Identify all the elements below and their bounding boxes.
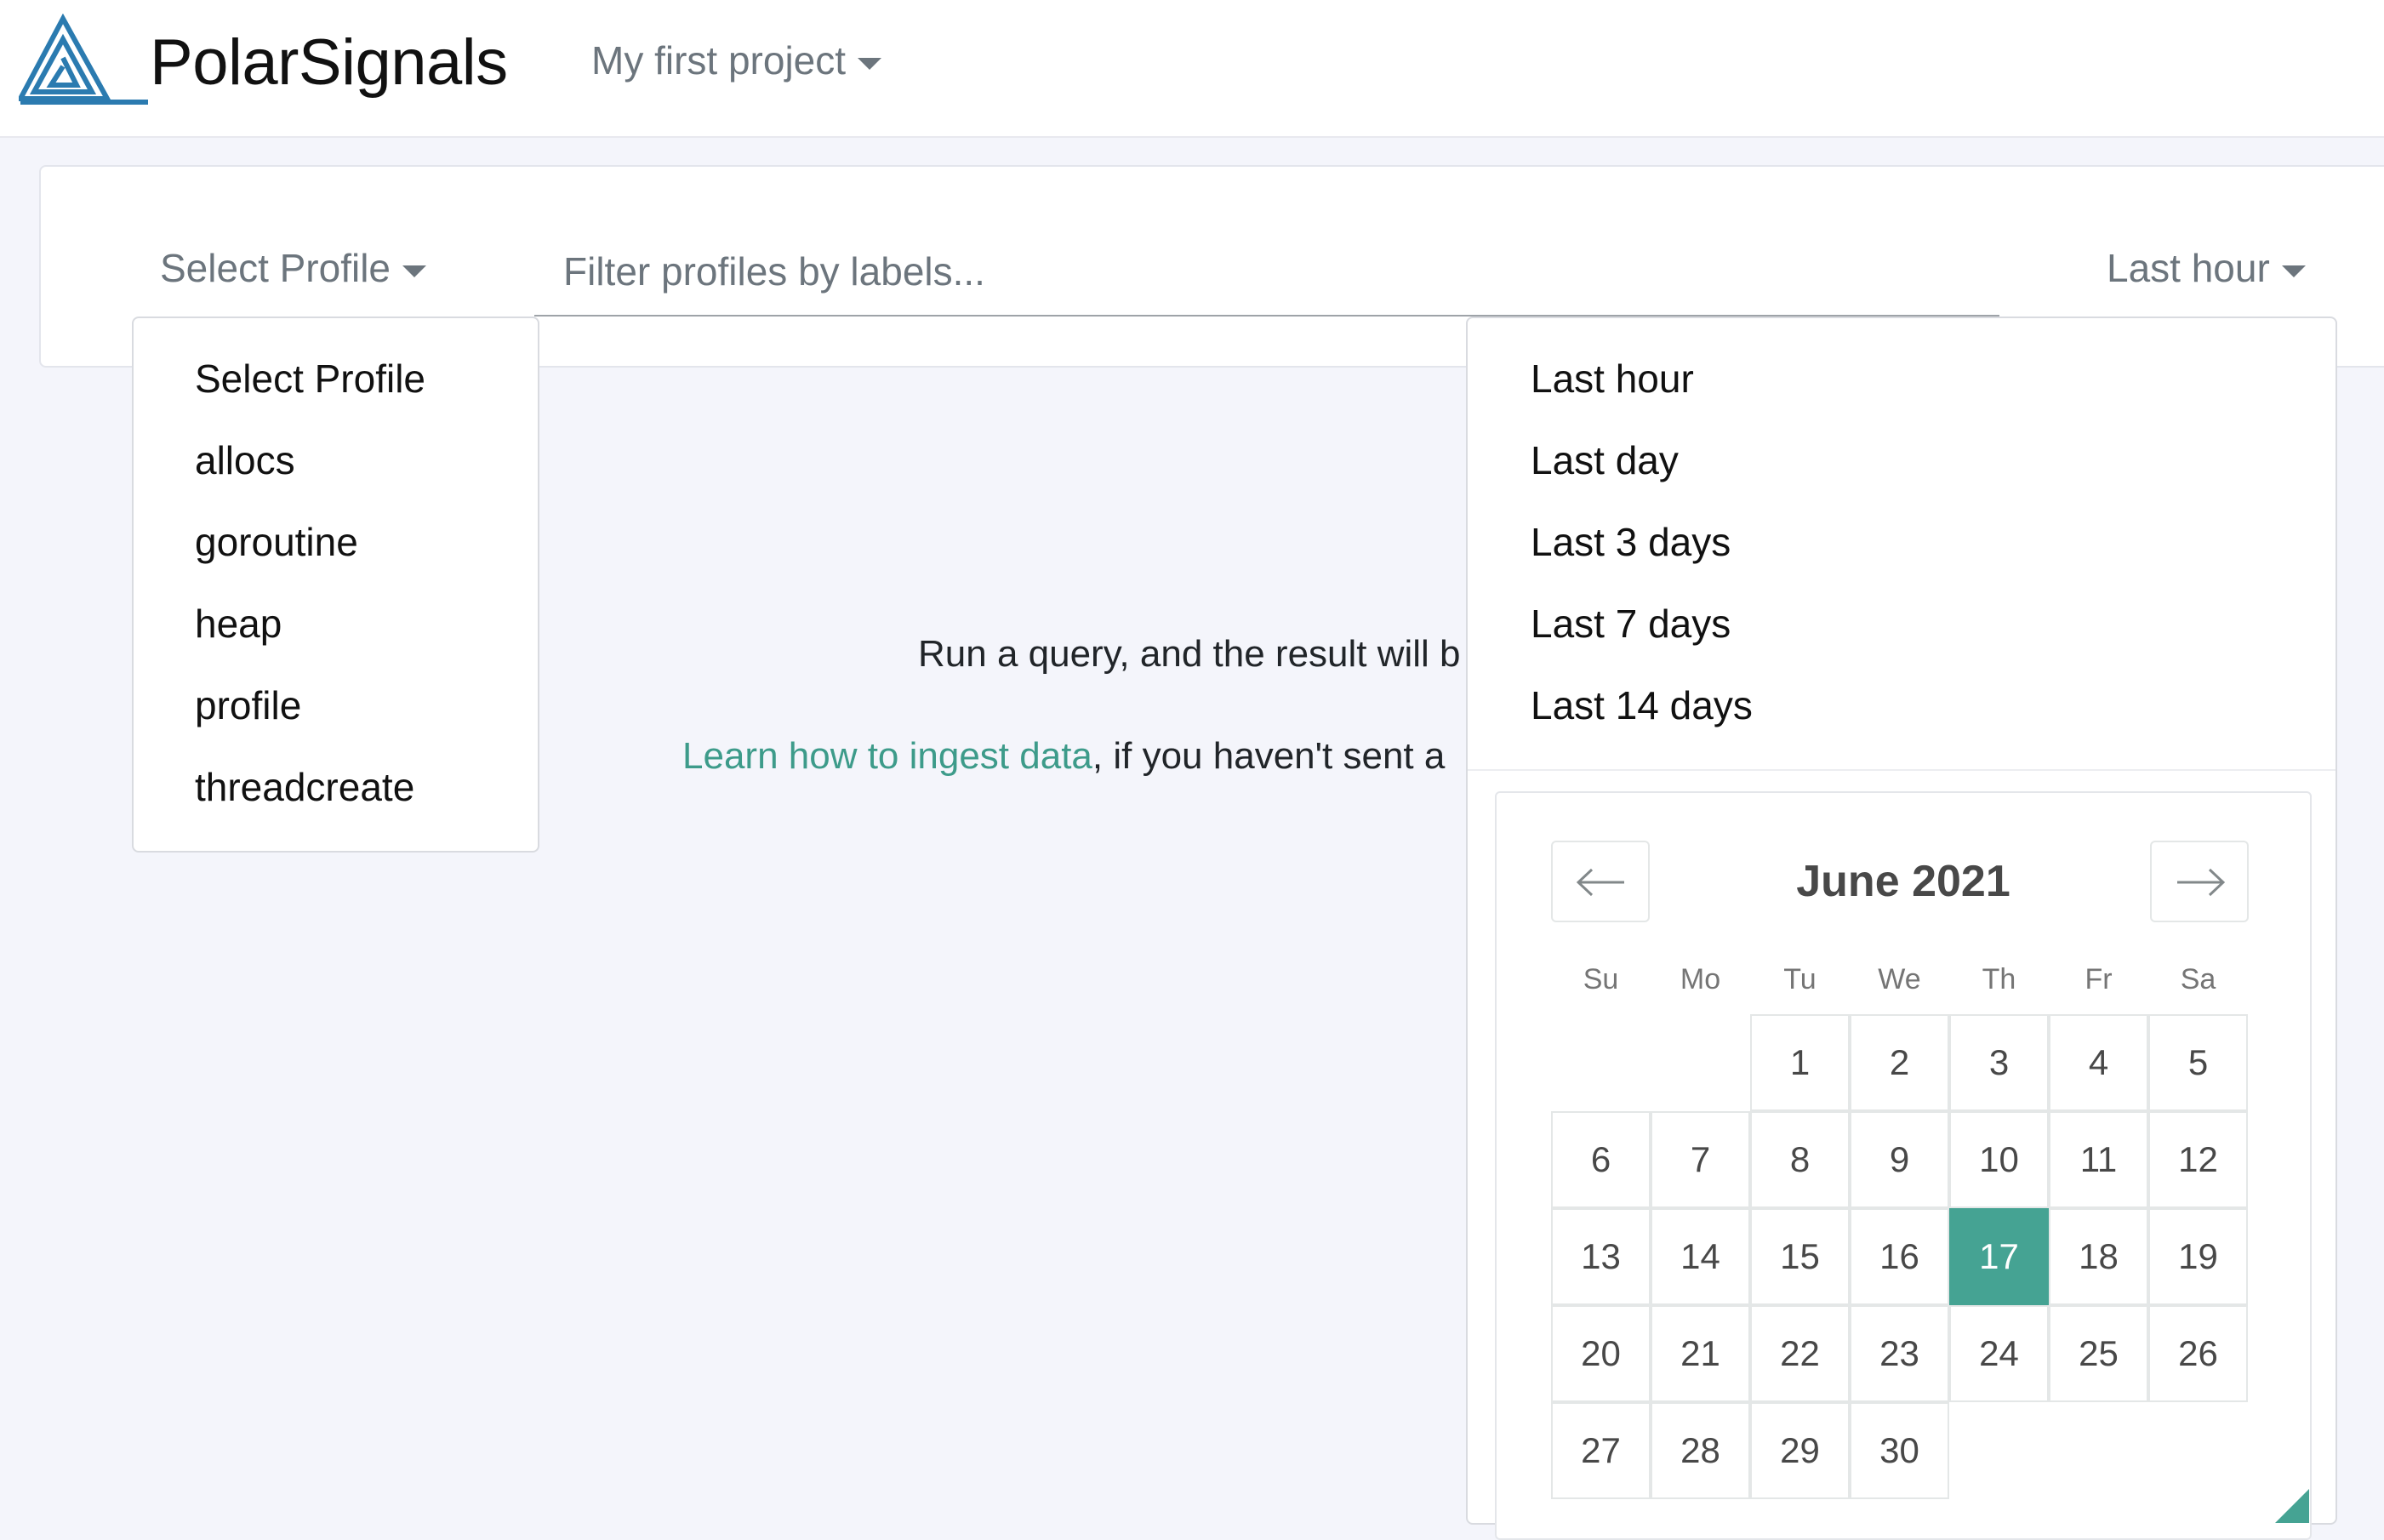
brand-name[interactable]: PolarSignals: [150, 26, 508, 100]
profile-option[interactable]: threadcreate: [195, 764, 414, 810]
calendar-day[interactable]: 29: [1750, 1402, 1850, 1499]
calendar-day[interactable]: 15: [1750, 1208, 1850, 1305]
calendar-day[interactable]: 23: [1850, 1305, 1949, 1402]
calendar-day[interactable]: 25: [2049, 1305, 2148, 1402]
calendar-day[interactable]: 21: [1651, 1305, 1750, 1402]
calendar-day[interactable]: 7: [1651, 1111, 1750, 1208]
calendar-day[interactable]: 6: [1551, 1111, 1651, 1208]
next-month-button[interactable]: [2150, 841, 2249, 922]
time-range-option[interactable]: Last 3 days: [1531, 519, 1731, 565]
time-range-dropdown[interactable]: Last hour: [2107, 245, 2306, 291]
caret-down-icon: [858, 57, 882, 70]
calendar-day[interactable]: 27: [1551, 1402, 1651, 1499]
polarsignals-logo-icon[interactable]: [19, 14, 155, 107]
caret-down-icon: [2281, 265, 2306, 277]
calendar-day[interactable]: 13: [1551, 1208, 1651, 1305]
profile-dropdown-menu: Select Profile allocs goroutine heap pro…: [132, 317, 539, 853]
calendar-day[interactable]: 14: [1651, 1208, 1750, 1305]
calendar-day[interactable]: 8: [1750, 1111, 1850, 1208]
label-filter-input[interactable]: [534, 228, 1999, 317]
top-navbar: PolarSignals My first project: [0, 0, 2384, 138]
empty-state-hint-text: , if you haven't sent a: [1092, 735, 1446, 777]
time-range-option[interactable]: Last 7 days: [1531, 601, 1731, 647]
weekday-label: Tu: [1783, 963, 1817, 995]
profile-option[interactable]: Select Profile: [195, 356, 425, 402]
weekday-label: Fr: [2085, 963, 2113, 995]
menu-divider: [1468, 769, 2336, 771]
date-picker-calendar: June 2021 Su Mo Tu We Th Fr Sa 1 2 3 4 5 6 7 8 9 10 11 12 1…: [1495, 791, 2312, 1540]
time-range-option[interactable]: Last hour: [1531, 356, 1694, 402]
empty-state-hint: Learn how to ingest data, if you haven't…: [682, 735, 1445, 778]
calendar-day[interactable]: 16: [1850, 1208, 1949, 1305]
calendar-day-selected[interactable]: 17: [1949, 1208, 2049, 1305]
select-profile-label: Select Profile: [160, 246, 391, 290]
calendar-day[interactable]: 4: [2049, 1014, 2148, 1111]
select-profile-dropdown[interactable]: Select Profile: [160, 245, 427, 291]
profile-option[interactable]: allocs: [195, 437, 295, 483]
calendar-day[interactable]: 12: [2148, 1111, 2248, 1208]
calendar-day[interactable]: 18: [2049, 1208, 2148, 1305]
calendar-day[interactable]: 9: [1850, 1111, 1949, 1208]
calendar-day[interactable]: 11: [2049, 1111, 2148, 1208]
calendar-day[interactable]: 24: [1949, 1305, 2049, 1402]
project-dropdown-toggle[interactable]: My first project: [591, 37, 882, 83]
calendar-day[interactable]: 3: [1949, 1014, 2049, 1111]
calendar-day[interactable]: 19: [2148, 1208, 2248, 1305]
calendar-day[interactable]: 26: [2148, 1305, 2248, 1402]
empty-state-message: Run a query, and the result will b: [918, 633, 1461, 675]
time-range-menu: Last hour Last day Last 3 days Last 7 da…: [1466, 317, 2337, 1540]
time-range-option[interactable]: Last 14 days: [1531, 682, 1753, 728]
calendar-day[interactable]: 5: [2148, 1014, 2248, 1111]
calendar-day[interactable]: 2: [1850, 1014, 1949, 1111]
ingest-data-link[interactable]: Learn how to ingest data: [682, 735, 1092, 777]
caret-down-icon: [402, 265, 427, 277]
calendar-day[interactable]: 20: [1551, 1305, 1651, 1402]
profile-option[interactable]: heap: [195, 601, 282, 647]
time-range-option[interactable]: Last day: [1531, 437, 1679, 483]
weekday-label: Th: [1982, 963, 2016, 995]
calendar-day[interactable]: 1: [1750, 1014, 1850, 1111]
selected-range-corner-marker: [2275, 1489, 2309, 1523]
calendar-day[interactable]: 30: [1850, 1402, 1949, 1499]
profile-option[interactable]: goroutine: [195, 519, 358, 565]
project-name: My first project: [591, 38, 847, 83]
weekday-label: Sa: [2180, 963, 2216, 995]
calendar-day[interactable]: 22: [1750, 1305, 1850, 1402]
calendar-day[interactable]: 10: [1949, 1111, 2049, 1208]
weekday-label: Su: [1583, 963, 1619, 995]
time-range-label: Last hour: [2107, 246, 2270, 290]
calendar-day[interactable]: 28: [1651, 1402, 1750, 1499]
weekday-label: Mo: [1680, 963, 1721, 995]
profile-option[interactable]: profile: [195, 682, 301, 728]
arrow-right-icon: [2177, 868, 2225, 897]
weekday-label: We: [1878, 963, 1921, 995]
